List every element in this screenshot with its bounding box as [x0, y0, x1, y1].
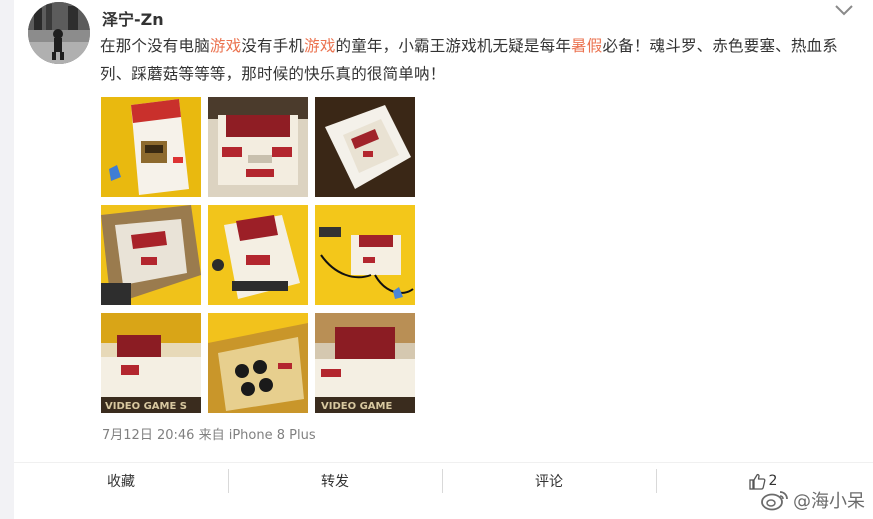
- photo-thumbnail[interactable]: VIDEO GAME S: [101, 313, 201, 413]
- post-meta: 7月12日 20:46 来自 iPhone 8 Plus: [102, 424, 316, 443]
- comment-button[interactable]: 评论: [442, 463, 656, 499]
- post-timestamp[interactable]: 7月12日 20:46: [102, 428, 194, 443]
- keyword-link[interactable]: 游戏: [210, 37, 241, 55]
- photo-thumbnail[interactable]: [208, 97, 308, 197]
- repost-button[interactable]: 转发: [228, 463, 442, 499]
- watermark-text: @海小呆: [793, 491, 865, 512]
- photo-thumbnail[interactable]: [101, 205, 201, 305]
- svg-text:VIDEO GAME S: VIDEO GAME S: [105, 401, 187, 412]
- action-bar: 收藏 转发 评论 2: [14, 462, 873, 499]
- photo-thumbnail[interactable]: VIDEO GAME: [315, 313, 415, 413]
- text-segment: 没有手机: [241, 37, 305, 55]
- favorite-label: 收藏: [107, 474, 135, 490]
- avatar[interactable]: [28, 2, 90, 64]
- comment-label: 评论: [535, 474, 563, 490]
- photo-thumbnail[interactable]: [208, 205, 308, 305]
- username[interactable]: 泽宁-Zn: [102, 6, 164, 30]
- keyword-link[interactable]: 游戏: [304, 37, 335, 55]
- photo-thumbnail[interactable]: [315, 97, 415, 197]
- keyword-link[interactable]: 暑假: [571, 37, 602, 55]
- favorite-button[interactable]: 收藏: [14, 463, 228, 499]
- source-device[interactable]: iPhone 8 Plus: [229, 428, 316, 443]
- weibo-logo-icon: [761, 491, 788, 511]
- photo-grid: VIDEO GAME S VIDEO GAME: [101, 97, 415, 413]
- photo-thumbnail[interactable]: [101, 97, 201, 197]
- watermark: @海小呆: [761, 487, 865, 513]
- text-segment: 的童年，小霸王游戏机无疑是每年: [335, 37, 572, 55]
- photo-thumbnail[interactable]: [315, 205, 415, 305]
- text-segment: 在那个没有电脑: [100, 37, 210, 55]
- photo-thumbnail[interactable]: [208, 313, 308, 413]
- chevron-down-icon[interactable]: [833, 2, 855, 16]
- weibo-post-card: 泽宁-Zn 在那个没有电脑游戏没有手机游戏的童年，小霸王游戏机无疑是每年暑假必备…: [14, 0, 873, 519]
- avatar-photo: [28, 2, 90, 64]
- source-prefix: 来自: [198, 428, 225, 443]
- repost-label: 转发: [321, 474, 349, 490]
- svg-text:VIDEO GAME: VIDEO GAME: [321, 401, 392, 412]
- post-text: 在那个没有电脑游戏没有手机游戏的童年，小霸王游戏机无疑是每年暑假必备！魂斗罗、赤…: [100, 32, 858, 88]
